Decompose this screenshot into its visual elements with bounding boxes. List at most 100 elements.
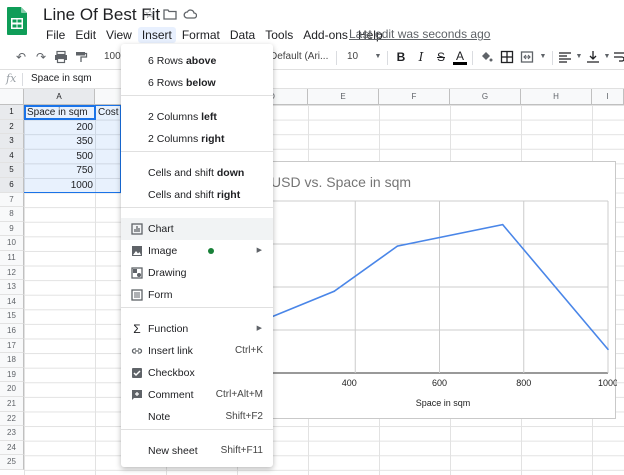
row-header-14[interactable]: 14: [0, 294, 24, 310]
row-header-25[interactable]: 25: [0, 455, 24, 470]
row-header-15[interactable]: 15: [0, 309, 24, 324]
borders-icon[interactable]: [500, 50, 514, 64]
row-header-19[interactable]: 19: [0, 367, 24, 383]
cell-a2[interactable]: 200: [26, 121, 93, 136]
menu-item-6-rows-above[interactable]: 6 Rows above: [121, 50, 273, 72]
row-header-3[interactable]: 3: [0, 134, 24, 149]
cloud-status-icon[interactable]: [183, 7, 198, 21]
align-chevron-icon[interactable]: ▼: [572, 50, 586, 64]
cell-a4[interactable]: 500: [26, 150, 93, 165]
last-edit-link[interactable]: Last edit was seconds ago: [349, 27, 490, 41]
align-left-icon[interactable]: [558, 50, 572, 64]
menu-item-6-rows-below[interactable]: 6 Rows below: [121, 72, 273, 94]
column-header-h[interactable]: H: [521, 89, 592, 105]
menu-item-image[interactable]: Image ▶: [121, 240, 273, 262]
menu-insert[interactable]: Insert: [137, 27, 176, 43]
menu-item-function[interactable]: Σ Function ▶: [121, 318, 273, 340]
row-header-13[interactable]: 13: [0, 280, 24, 295]
image-icon: [131, 245, 143, 257]
fx-icon: fx: [6, 72, 17, 85]
undo-icon[interactable]: ↶: [14, 50, 28, 64]
column-header-f[interactable]: F: [379, 89, 450, 105]
row-header-7[interactable]: 7: [0, 192, 24, 208]
formula-input[interactable]: Space in sqm: [31, 73, 92, 84]
chevron-down-icon[interactable]: ▼: [371, 50, 385, 64]
sheets-logo-icon[interactable]: [6, 6, 28, 36]
menu-data[interactable]: Data: [226, 27, 259, 43]
vertical-align-icon[interactable]: [586, 50, 600, 64]
text-wrap-icon[interactable]: [612, 50, 624, 64]
menu-item-label: Cells and shift down: [148, 167, 245, 179]
menu-format[interactable]: Format: [178, 27, 224, 43]
row-header-1[interactable]: 1: [0, 105, 24, 120]
italic-icon[interactable]: I: [414, 50, 428, 64]
chart-x-tick-label: 1000: [598, 378, 617, 388]
menu-item-note[interactable]: Note Shift+F2: [121, 406, 273, 428]
menu-tools[interactable]: Tools: [261, 27, 297, 43]
text-color-icon[interactable]: A: [453, 50, 467, 65]
column-header-g[interactable]: G: [450, 89, 521, 105]
zoom-select[interactable]: 100: [104, 51, 121, 62]
merge-cells-icon[interactable]: [520, 50, 534, 64]
menu-item-cells-and-shift-right[interactable]: Cells and shift right: [121, 184, 273, 206]
cell-a6[interactable]: 1000: [26, 179, 93, 194]
row-header-24[interactable]: 24: [0, 440, 24, 456]
star-icon[interactable]: ☆: [143, 7, 157, 21]
menu-edit[interactable]: Edit: [71, 27, 100, 43]
bold-icon[interactable]: B: [394, 50, 408, 64]
menu-item-drawing[interactable]: Drawing: [121, 262, 273, 284]
menu-item-insert-link[interactable]: Insert link Ctrl+K: [121, 340, 273, 362]
cell-b1[interactable]: Cost i: [98, 106, 122, 121]
menu-item-comment[interactable]: Comment Ctrl+Alt+M: [121, 384, 273, 406]
row-header-17[interactable]: 17: [0, 338, 24, 354]
move-folder-icon[interactable]: [163, 7, 177, 21]
row-header-18[interactable]: 18: [0, 353, 24, 368]
font-family-select[interactable]: Default (Ari...: [270, 51, 328, 62]
menu-file[interactable]: File: [42, 27, 69, 43]
menu-item-form[interactable]: Form: [121, 284, 273, 306]
row-header-6[interactable]: 6: [0, 178, 24, 193]
menu-item-checkbox[interactable]: Checkbox: [121, 362, 273, 384]
column-header-i[interactable]: I: [592, 89, 624, 105]
menu-item-2-columns-left[interactable]: 2 Columns left: [121, 106, 273, 128]
menu-item-chart[interactable]: Chart: [121, 218, 273, 240]
row-header-22[interactable]: 22: [0, 411, 24, 427]
row-header-23[interactable]: 23: [0, 426, 24, 441]
cell-a5[interactable]: 750: [26, 164, 93, 179]
menu-item-cells-and-shift-down[interactable]: Cells and shift down: [121, 162, 273, 184]
fill-color-icon[interactable]: [479, 50, 493, 64]
menu-view[interactable]: View: [102, 27, 136, 43]
row-header-10[interactable]: 10: [0, 236, 24, 251]
select-all-corner[interactable]: [0, 89, 24, 105]
row-header-16[interactable]: 16: [0, 324, 24, 339]
row-header-20[interactable]: 20: [0, 382, 24, 397]
print-icon[interactable]: [54, 50, 68, 64]
row-header-11[interactable]: 11: [0, 251, 24, 266]
chart-icon: [131, 223, 143, 235]
formula-bar: fx Space in sqm: [0, 70, 624, 89]
merge-chevron-icon[interactable]: ▼: [536, 50, 550, 64]
font-size-select[interactable]: 10: [347, 51, 358, 62]
line-chart[interactable]: USD vs. Space in sqm 400 600 800 1000 Space i…: [262, 161, 617, 419]
row-header-5[interactable]: 5: [0, 163, 24, 178]
row-header-8[interactable]: 8: [0, 207, 24, 222]
row-header-2[interactable]: 2: [0, 119, 24, 135]
menu-addons[interactable]: Add-ons: [299, 27, 352, 43]
paint-format-icon[interactable]: [74, 50, 88, 64]
chart-data-point: [501, 223, 504, 226]
strikethrough-icon[interactable]: S: [434, 50, 448, 64]
row-header-4[interactable]: 4: [0, 148, 24, 164]
row-header-9[interactable]: 9: [0, 221, 24, 237]
cell-a1[interactable]: Space in sqm: [27, 106, 95, 121]
cell-a3[interactable]: 350: [26, 135, 93, 150]
column-header-a[interactable]: A: [24, 89, 95, 105]
column-header-e[interactable]: E: [308, 89, 379, 105]
shortcut-label: Ctrl+K: [234, 345, 263, 356]
menu-item-new-sheet[interactable]: New sheet Shift+F11: [121, 440, 273, 462]
redo-icon[interactable]: ↷: [34, 50, 48, 64]
row-header-12[interactable]: 12: [0, 265, 24, 281]
sigma-icon: Σ: [133, 322, 141, 336]
menu-item-2-columns-right[interactable]: 2 Columns right: [121, 128, 273, 150]
row-header-21[interactable]: 21: [0, 397, 24, 412]
menu-item-label: 6 Rows below: [148, 77, 216, 89]
